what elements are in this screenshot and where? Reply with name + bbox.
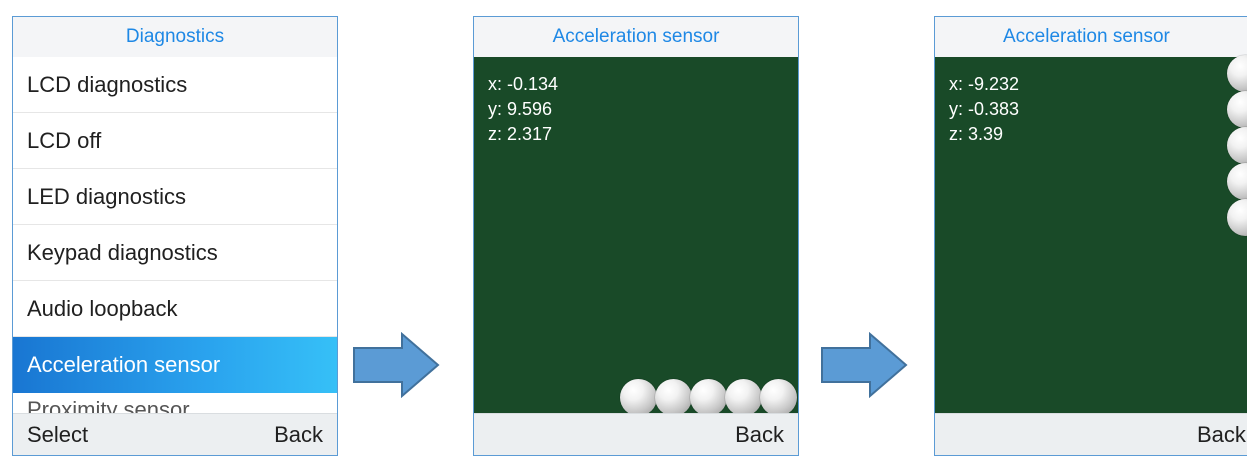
y-axis-readout: y: 9.596 <box>488 99 553 119</box>
diagnostics-menu-list: LCD diagnostics LCD off LED diagnostics … <box>13 57 337 416</box>
z-axis-readout: z: 2.317 <box>488 124 553 144</box>
screen-title: Acceleration sensor <box>935 17 1247 57</box>
steel-ball-icon <box>1227 127 1247 164</box>
steel-ball-icon <box>760 379 797 416</box>
x-axis-readout: x: -0.134 <box>488 74 559 94</box>
acceleration-readouts: x: -0.134 y: 9.596 z: 2.317 <box>488 72 558 147</box>
menu-item-led-diagnostics[interactable]: LED diagnostics <box>13 169 337 225</box>
steel-ball-icon <box>655 379 692 416</box>
menu-item-acceleration-sensor[interactable]: Acceleration sensor <box>13 337 337 393</box>
diagnostics-menu-screen: Diagnostics LCD diagnostics LCD off LED … <box>12 16 338 456</box>
acceleration-sensor-screen-tilted: Acceleration sensor x: -9.232 y: -0.383 … <box>934 16 1247 456</box>
screen-title: Acceleration sensor <box>474 17 798 57</box>
steel-ball-icon <box>620 379 657 416</box>
steel-ball-icon <box>1227 163 1247 200</box>
menu-item-lcd-off[interactable]: LCD off <box>13 113 337 169</box>
menu-item-audio-loopback[interactable]: Audio loopback <box>13 281 337 337</box>
sensor-display-area: x: -9.232 y: -0.383 z: 3.39 <box>935 55 1247 416</box>
z-axis-readout: z: 3.39 <box>949 124 1004 144</box>
steel-ball-icon <box>1227 91 1247 128</box>
acceleration-readouts: x: -9.232 y: -0.383 z: 3.39 <box>949 72 1019 147</box>
softkey-bar: Back <box>935 413 1247 455</box>
acceleration-sensor-screen-upright: Acceleration sensor x: -0.134 y: 9.596 z… <box>473 16 799 456</box>
menu-item-lcd-diagnostics[interactable]: LCD diagnostics <box>13 57 337 113</box>
menu-item-keypad-diagnostics[interactable]: Keypad diagnostics <box>13 225 337 281</box>
steel-ball-icon <box>1227 55 1247 92</box>
screen-title: Diagnostics <box>13 17 337 57</box>
back-softkey[interactable]: Back <box>735 414 784 455</box>
sensor-display-area: x: -0.134 y: 9.596 z: 2.317 <box>474 57 798 416</box>
steel-ball-icon <box>725 379 762 416</box>
x-axis-readout: x: -9.232 <box>949 74 1020 94</box>
steel-ball-icon <box>690 379 727 416</box>
right-arrow-icon <box>821 332 908 398</box>
select-softkey[interactable]: Select <box>27 414 88 455</box>
y-axis-readout: y: -0.383 <box>949 99 1020 119</box>
right-arrow-icon <box>353 332 440 398</box>
softkey-bar: Select Back <box>13 413 337 455</box>
steel-ball-icon <box>1227 199 1247 236</box>
back-softkey[interactable]: Back <box>274 414 323 455</box>
softkey-bar: Back <box>474 413 798 455</box>
back-softkey[interactable]: Back <box>1197 414 1246 455</box>
